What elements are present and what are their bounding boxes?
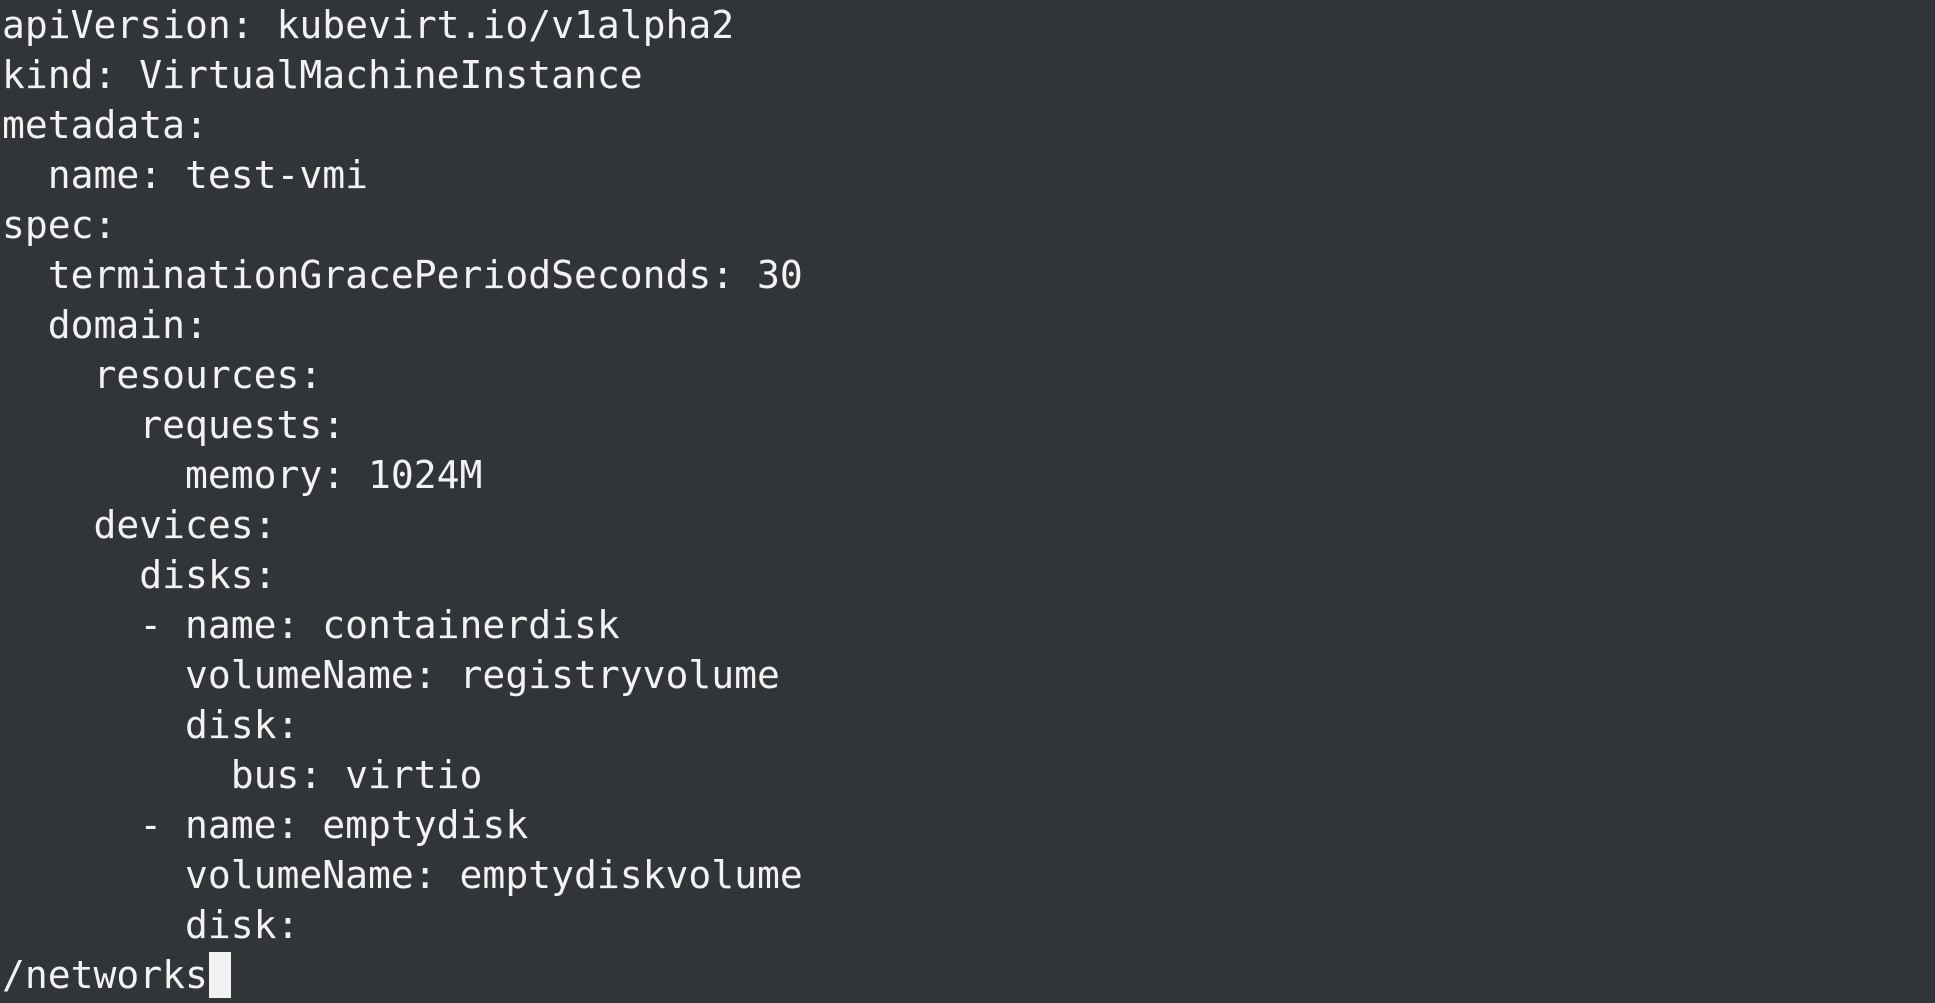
code-line: disks: <box>2 553 277 597</box>
code-line: resources: <box>2 353 323 397</box>
code-line: disk: <box>2 703 300 747</box>
code-line: spec: <box>2 203 117 247</box>
code-line: devices: <box>2 503 277 547</box>
code-line: domain: <box>2 303 208 347</box>
terminal-window[interactable]: apiVersion: kubevirt.io/v1alpha2 kind: V… <box>0 0 1935 1003</box>
code-line: - name: containerdisk <box>2 603 620 647</box>
code-line: metadata: <box>2 103 208 147</box>
editor-buffer[interactable]: apiVersion: kubevirt.io/v1alpha2 kind: V… <box>2 0 1935 950</box>
search-query-text: /networks <box>2 953 208 997</box>
code-line: requests: <box>2 403 346 447</box>
code-line: apiVersion: kubevirt.io/v1alpha2 <box>2 3 735 47</box>
search-command-line[interactable]: /networks <box>2 950 1935 1000</box>
code-line: disk: <box>2 903 300 947</box>
code-line: kind: VirtualMachineInstance <box>2 53 643 97</box>
code-line: bus: virtio <box>2 753 483 797</box>
text-cursor <box>208 952 231 998</box>
code-line: volumeName: emptydiskvolume <box>2 853 803 897</box>
code-line: - name: emptydisk <box>2 803 529 847</box>
code-line: volumeName: registryvolume <box>2 653 780 697</box>
code-line: terminationGracePeriodSeconds: 30 <box>2 253 803 297</box>
code-line: memory: 1024M <box>2 453 483 497</box>
code-line: name: test-vmi <box>2 153 369 197</box>
